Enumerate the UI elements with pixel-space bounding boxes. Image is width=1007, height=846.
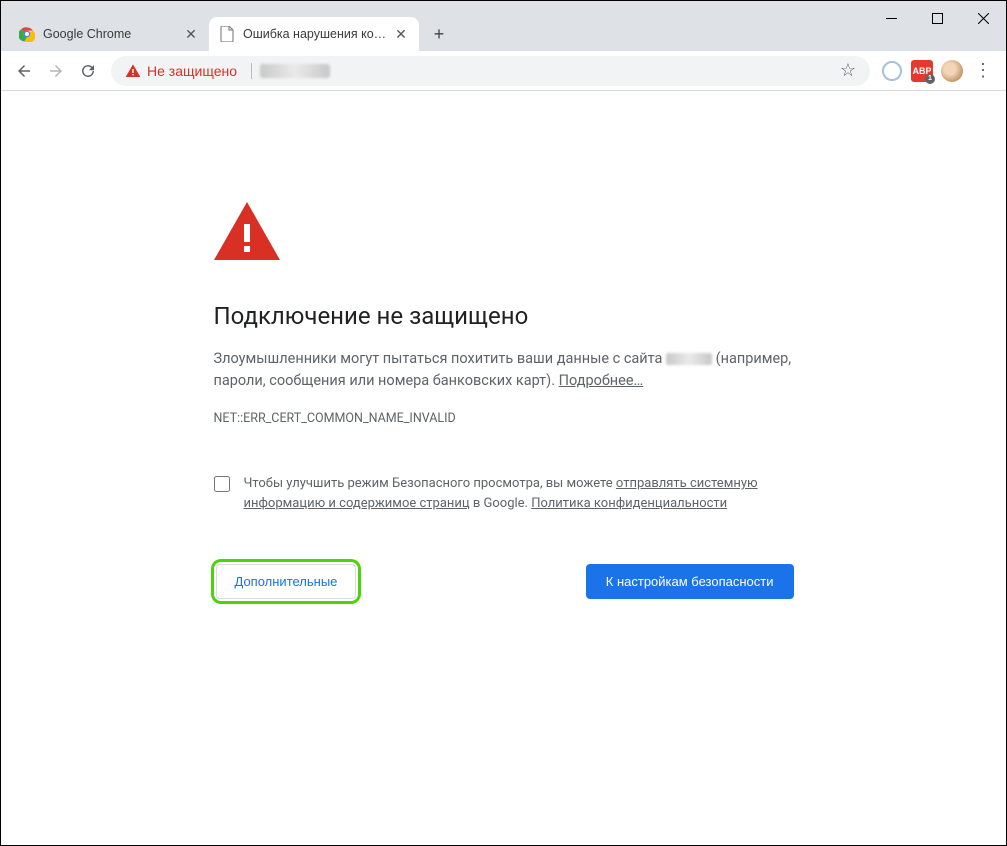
page-content: Подключение не защищено Злоумышленники м… (1, 92, 1006, 845)
yandex-extension-icon[interactable] (878, 57, 906, 85)
address-bar[interactable]: Не защищено ☆ (111, 56, 870, 86)
document-icon (219, 26, 235, 42)
tab-google-chrome[interactable]: Google Chrome ✕ (9, 17, 209, 51)
optin-text: Чтобы улучшить режим Безопасного просмот… (244, 474, 794, 514)
url-text (260, 64, 330, 78)
tab-close-icon[interactable]: ✕ (183, 26, 199, 42)
safe-browsing-optin: Чтобы улучшить режим Безопасного просмот… (214, 474, 794, 514)
tab-title: Ошибка нарушения конфиденц (243, 27, 389, 41)
security-status[interactable]: Не защищено (125, 63, 260, 79)
back-to-safety-button[interactable]: К настройкам безопасности (586, 564, 794, 599)
bookmark-star-icon[interactable]: ☆ (836, 59, 860, 83)
warning-icon (125, 63, 141, 79)
optin-checkbox[interactable] (214, 476, 230, 492)
learn-more-link[interactable]: Подробнее… (559, 372, 644, 389)
button-row: Дополнительные К настройкам безопасности (214, 562, 794, 601)
tab-title: Google Chrome (43, 27, 179, 41)
new-tab-button[interactable]: + (425, 20, 453, 48)
browser-toolbar: Не защищено ☆ ABP1 ⋮ (1, 51, 1006, 91)
divider (251, 63, 252, 79)
security-label: Не защищено (147, 63, 237, 79)
warning-body: Злоумышленники могут пытаться похитить в… (214, 348, 794, 393)
maximize-button[interactable] (914, 1, 960, 35)
body-text-before: Злоумышленники могут пытаться похитить в… (214, 350, 667, 367)
tutorial-highlight: Дополнительные (214, 562, 359, 601)
titlebar: Google Chrome ✕ Ошибка нарушения конфиде… (1, 1, 1006, 51)
chrome-menu-button[interactable]: ⋮ (968, 56, 998, 86)
profile-avatar[interactable] (938, 57, 966, 85)
page-heading: Подключение не защищено (214, 302, 794, 330)
back-button[interactable] (9, 56, 39, 86)
close-window-button[interactable] (960, 1, 1006, 35)
error-code: NET::ERR_CERT_COMMON_NAME_INVALID (214, 411, 794, 426)
warning-triangle-icon (214, 202, 794, 260)
tab-close-icon[interactable]: ✕ (393, 26, 409, 42)
adblock-extension-icon[interactable]: ABP1 (908, 57, 936, 85)
advanced-button[interactable]: Дополнительные (216, 564, 357, 599)
window-controls (868, 1, 1006, 35)
tab-privacy-error[interactable]: Ошибка нарушения конфиденц ✕ (209, 17, 419, 51)
redacted-hostname (666, 353, 712, 365)
reload-button[interactable] (73, 56, 103, 86)
chrome-icon (19, 26, 35, 42)
privacy-policy-link[interactable]: Политика конфиденциальности (531, 496, 727, 511)
minimize-button[interactable] (868, 1, 914, 35)
ssl-error-interstitial: Подключение не защищено Злоумышленники м… (214, 202, 794, 601)
forward-button[interactable] (41, 56, 71, 86)
